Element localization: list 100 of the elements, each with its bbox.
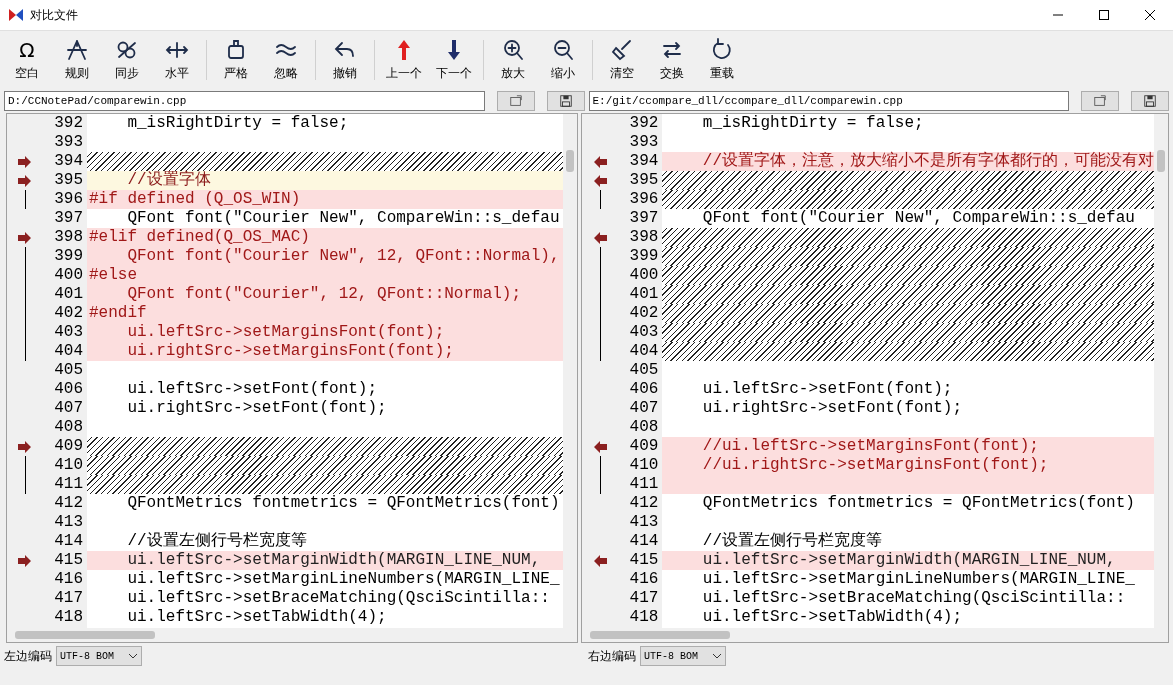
line-number: 402 [53,304,84,323]
line-number: 416 [53,570,84,589]
line-number: 405 [628,361,660,380]
line-number: 399 [53,247,84,266]
line-number: 418 [53,608,84,627]
code-line: ui.leftSrc->setMarginLineNumbers(MARGIN_LINE_ [701,570,1136,589]
toolbar-button[interactable]: 撤销 [320,33,370,87]
toolbar-button[interactable]: Ω 空白 [2,33,52,87]
toolbar-button[interactable]: 严格 [211,33,261,87]
open-button[interactable] [496,91,535,111]
toolbar-button[interactable]: 同步 [102,33,152,87]
zoom-in-icon [501,38,525,62]
reload-icon [710,38,734,62]
toolbar-button[interactable]: 放大 [488,33,538,87]
zoom-out-icon [551,38,575,62]
line-number: 394 [628,152,660,171]
line-number: 417 [628,589,660,608]
line-number: 413 [53,513,84,532]
code-line: ui.leftSrc->setBraceMatching(QsciScintilla:: [126,589,551,608]
toolbar-button[interactable]: 下一个 [429,33,479,87]
line-number: 395 [53,171,84,190]
line-number: 412 [628,494,660,513]
code-line: QFontMetrics fontmetrics = QFontMetrics(font) [701,494,1136,513]
encoding-dropdown[interactable]: UTF-8 BOM [56,646,142,666]
toolbar-button[interactable]: 水平 [152,33,202,87]
line-number: 409 [628,437,660,456]
line-number: 396 [628,190,660,209]
line-number: 398 [53,228,84,247]
line-number: 411 [53,475,84,494]
line-number: 398 [628,228,660,247]
line-number: 400 [628,266,660,285]
vertical-scrollbar[interactable] [563,114,578,628]
line-number: 401 [628,285,660,304]
horizontal-scrollbar[interactable] [7,628,578,642]
line-number: 403 [628,323,660,342]
open-button[interactable] [1081,91,1119,111]
close-icon [1145,10,1155,20]
line-number: 407 [53,399,84,418]
path-field[interactable]: E:/git/ccompare_dll/ccompare_dll/comparewin.cpp [588,91,1069,111]
line-number: 392 [53,114,84,133]
save-icon [558,94,573,108]
code-line: ui.leftSrc->setTabWidth(4); [126,608,388,627]
code-line: m_isRightDirty = false; [126,114,350,133]
line-number: 413 [628,513,660,532]
toolbar-button[interactable]: 清空 [597,33,647,87]
line-number: 410 [628,456,660,475]
folder-icon [507,94,524,108]
vertical-scrollbar[interactable] [1154,114,1168,628]
line-number: 395 [628,171,660,190]
encoding-dropdown[interactable]: UTF-8 BOM [640,646,726,666]
toolbar-button[interactable]: 规则 [52,33,102,87]
code-line: ui.rightSrc->setFont(font); [701,399,964,418]
line-number: 404 [628,342,660,361]
line-number: 402 [628,304,660,323]
save-icon [1143,94,1157,108]
line-number: 393 [628,133,660,152]
code-line: ui.leftSrc->setBraceMatching(QsciScintilla:: [701,589,1127,608]
compass-icon [65,38,89,62]
line-number: 415 [628,551,660,570]
code-line: ui.leftSrc->setFont(font); [701,380,954,399]
line-number: 408 [628,418,660,437]
line-number: 407 [628,399,660,418]
toolbar-button[interactable]: 缩小 [538,33,588,87]
toolbar-button[interactable]: 忽略 [261,33,311,87]
line-number: 417 [53,589,84,608]
toolbar-button[interactable]: 交换 [647,33,697,87]
toolbar-button[interactable]: 上一个 [379,33,429,87]
code-line: QFontMetrics fontmetrics = QFontMetrics(font) [126,494,561,513]
caret-icon [128,652,138,660]
line-number: 412 [53,494,84,513]
maximize-icon [1099,10,1109,20]
code-line: QFont font("Courier New", CompareWin::s_defau [701,209,1136,228]
code-line: ui.leftSrc->setFont(font); [126,380,379,399]
line-number: 410 [53,456,84,475]
line-number: 399 [628,247,660,266]
line-number: 405 [53,361,84,380]
code-line: ui.rightSrc->setFont(font); [126,399,388,418]
folder-icon [1092,94,1108,108]
line-number: 394 [53,152,84,171]
code-line: m_isRightDirty = false; [701,114,925,133]
line-number: 392 [628,114,660,133]
line-number: 409 [53,437,84,456]
line-number: 400 [53,266,84,285]
line-number: 397 [628,209,660,228]
line-number: 415 [53,551,84,570]
line-number: 418 [628,608,660,627]
encoding-label: 左边编码 [4,647,52,665]
line-number: 404 [53,342,84,361]
horizontal-scrollbar[interactable] [582,628,1168,642]
save-button[interactable] [1131,91,1169,111]
toolbar-button[interactable]: 重载 [697,33,747,87]
save-button[interactable] [546,91,585,111]
app-icon [8,7,24,23]
line-number: 397 [53,209,84,228]
line-number: 403 [53,323,84,342]
line-number: 406 [628,380,660,399]
omega-icon: Ω [19,38,35,62]
line-number: 416 [628,570,660,589]
path-field[interactable]: D:/CCNotePad/comparewin.cpp [4,91,485,111]
code-line: QFont font("Courier New", CompareWin::s_defau [126,209,561,228]
